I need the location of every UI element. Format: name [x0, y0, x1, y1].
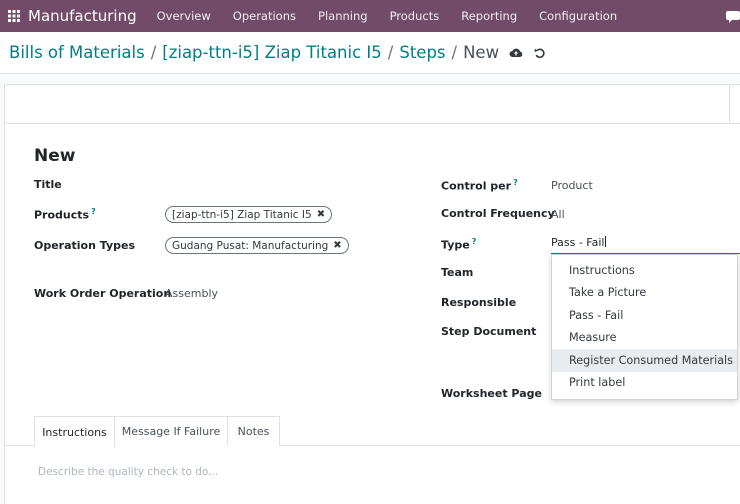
work-order-operation-field[interactable]: Assembly — [165, 287, 218, 300]
products-tag: [ziap-ttn-i5] Ziap Titanic I5 ✖ — [165, 206, 333, 223]
title-label: Title — [34, 178, 62, 191]
products-tag-label: [ziap-ttn-i5] Ziap Titanic I5 — [172, 208, 312, 221]
notebook-tabs: Instructions Message If Failure Notes — [5, 416, 740, 447]
type-dropdown: Instructions Take a Picture Pass - Fail … — [551, 254, 738, 400]
step-document-label: Step Document — [441, 325, 537, 338]
dropdown-option-take-a-picture[interactable]: Take a Picture — [552, 282, 737, 305]
operation-types-tag-label: Gudang Pusat: Manufacturing — [172, 239, 329, 252]
record-title: New — [34, 146, 76, 166]
control-per-label-text: Control per — [441, 179, 512, 193]
form-statusbar — [4, 84, 740, 124]
statusbar-divider — [729, 85, 730, 123]
menu-planning[interactable]: Planning — [318, 9, 368, 23]
tab-message-if-failure[interactable]: Message If Failure — [115, 416, 228, 446]
top-navbar: Manufacturing Overview Operations Planni… — [0, 0, 740, 32]
breadcrumb: Bills of Materials / [ziap-ttn-i5] Ziap … — [9, 43, 547, 62]
menu-overview[interactable]: Overview — [157, 9, 211, 23]
control-panel: Bills of Materials / [ziap-ttn-i5] Ziap … — [0, 32, 740, 74]
dropdown-option-print-label[interactable]: Print label — [552, 372, 737, 395]
menu-configuration[interactable]: Configuration — [539, 9, 617, 23]
dropdown-option-measure[interactable]: Measure — [552, 327, 737, 350]
dropdown-option-pass-fail[interactable]: Pass - Fail — [552, 304, 737, 327]
type-label: Type? — [441, 237, 476, 252]
text-caret — [605, 236, 607, 247]
control-per-label: Control per? — [441, 178, 518, 193]
team-label: Team — [441, 266, 474, 279]
save-cloud-icon[interactable] — [509, 46, 523, 60]
products-label-text: Products — [34, 208, 90, 222]
breadcrumb-separator: / — [150, 43, 157, 62]
dropdown-option-register-consumed-materials[interactable]: Register Consumed Materials — [552, 349, 737, 372]
type-label-text: Type — [441, 238, 470, 252]
tab-notes[interactable]: Notes — [228, 416, 280, 446]
operation-types-label: Operation Types — [34, 239, 136, 252]
control-per-field[interactable]: Product — [551, 179, 593, 192]
worksheet-page-label: Worksheet Page — [441, 387, 542, 400]
help-icon[interactable]: ? — [91, 207, 96, 216]
breadcrumb-current: New — [463, 43, 500, 62]
control-frequency-label: Control Frequency — [441, 207, 555, 220]
remove-tag-icon[interactable]: ✖ — [317, 209, 325, 220]
responsible-label: Responsible — [441, 296, 517, 309]
work-order-operation-label: Work Order Operation — [34, 287, 172, 300]
breadcrumb-separator: / — [387, 43, 394, 62]
chat-icon[interactable] — [726, 9, 740, 23]
tab-instructions[interactable]: Instructions — [34, 416, 115, 447]
dropdown-option-instructions[interactable]: Instructions — [552, 259, 737, 282]
menu-products[interactable]: Products — [390, 9, 440, 23]
apps-menu-icon[interactable] — [0, 0, 28, 32]
breadcrumb-product[interactable]: [ziap-ttn-i5] Ziap Titanic I5 — [162, 43, 382, 62]
app-name[interactable]: Manufacturing — [28, 7, 137, 25]
control-frequency-field[interactable]: All — [551, 208, 565, 221]
breadcrumb-steps[interactable]: Steps — [399, 43, 445, 62]
form-sheet: New Title Products? [ziap-ttn-i5] Ziap T… — [4, 124, 740, 504]
instructions-editor[interactable]: Describe the quality check to do... — [38, 466, 218, 478]
menu-reporting[interactable]: Reporting — [461, 9, 517, 23]
discard-undo-icon[interactable] — [533, 46, 547, 60]
breadcrumb-separator: / — [451, 43, 458, 62]
remove-tag-icon[interactable]: ✖ — [333, 240, 341, 251]
operation-types-tag: Gudang Pusat: Manufacturing ✖ — [165, 237, 349, 254]
menu-operations[interactable]: Operations — [233, 9, 296, 23]
products-label: Products? — [34, 207, 96, 222]
type-input[interactable]: Pass - Fail — [551, 234, 740, 254]
help-icon[interactable]: ? — [513, 178, 518, 187]
breadcrumb-bills-of-materials[interactable]: Bills of Materials — [9, 43, 145, 62]
type-input-value: Pass - Fail — [551, 236, 605, 249]
help-icon[interactable]: ? — [472, 237, 477, 246]
